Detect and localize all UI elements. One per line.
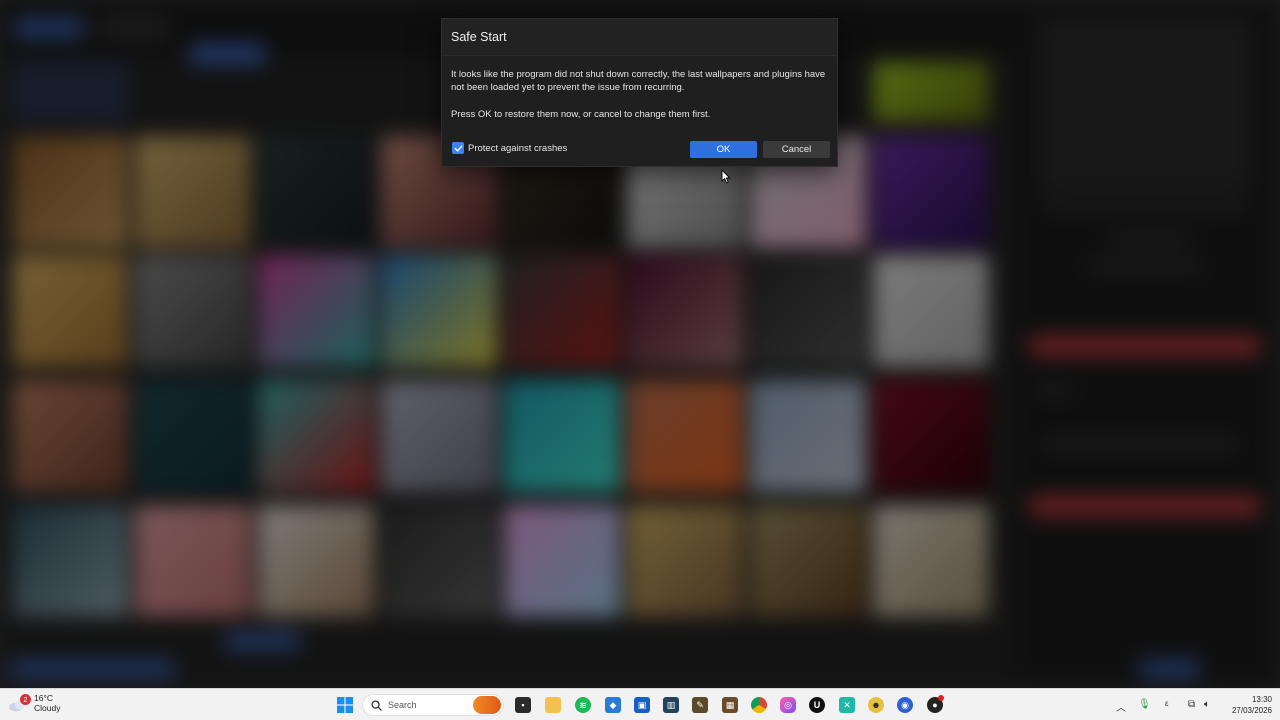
clock[interactable]: 13:30 27/03/2026 [1226,694,1272,716]
windows-logo-icon [337,697,353,713]
dialog-titlebar: Safe Start [442,19,837,56]
paint-app-icon[interactable]: ◎ [780,697,796,713]
dialog-body: It looks like the program did not shut d… [451,68,829,121]
protect-against-crashes-label: Protect against crashes [468,142,568,154]
store-icon[interactable]: ▣ [634,697,650,713]
search-placeholder: Search [388,700,417,710]
weather-temperature: 16°C [34,693,53,703]
unreal-engine-icon[interactable]: U [809,697,825,713]
wallpaper-engine-icon[interactable]: ◉ [897,697,913,713]
cloud-icon: 2 [8,694,31,712]
stack-app-icon[interactable]: ◆ [605,697,621,713]
checkmark-icon [454,144,462,152]
dialog-title: Safe Start [451,30,507,44]
cancel-button[interactable]: Cancel [763,141,830,158]
protect-against-crashes-option[interactable]: Protect against crashes [452,142,567,154]
microphone-icon[interactable]: 🎙 [1138,699,1151,710]
clock-time: 13:30 [1251,695,1272,704]
notification-badge: 2 [20,694,31,705]
folder-icon[interactable] [545,697,561,713]
file-explorer-icon[interactable]: ▪ [515,697,531,713]
weather-condition: Cloudy [34,703,61,713]
dialog-message-instruction: Press OK to restore them now, or cancel … [451,109,711,120]
obs-recording-dot-icon [938,695,944,701]
chevron-up-icon[interactable]: ︿ [1116,699,1126,714]
minecraft-icon[interactable]: ▦ [722,697,738,713]
search-highlight-icon [473,696,501,714]
ok-button[interactable]: OK [690,141,757,158]
mouse-cursor-icon [721,169,731,184]
spotify-icon[interactable]: ≋ [575,697,591,713]
editor-icon[interactable]: ✎ [692,697,708,713]
dev-tool-icon[interactable]: ▥ [663,697,679,713]
safe-start-dialog: Safe Start It looks like the program did… [441,18,838,167]
network-icon[interactable]: ⧉ [1188,699,1195,710]
weather-widget[interactable]: 2 16°C Cloudy [8,693,60,713]
start-button[interactable] [337,697,353,713]
language-icon[interactable]: ε [1165,699,1169,708]
volume-icon[interactable]: 🔈︎ [1204,699,1210,710]
spreadsheet-icon[interactable]: ✕ [839,697,855,713]
screen: Safe Start It looks like the program did… [0,0,1280,720]
clock-date: 27/03/2026 [1231,706,1272,715]
avatar-app-icon[interactable]: ☻ [868,697,884,713]
search-icon [371,699,382,711]
chrome-icon[interactable] [751,697,767,713]
protect-against-crashes-checkbox[interactable] [452,142,464,154]
weather-text: 16°C Cloudy [34,693,60,713]
taskbar: 2 16°C Cloudy Search ▪ ≋ ◆ ▣ ▥ ✎ ▦ ◎ U ✕… [0,688,1280,720]
taskbar-search-box[interactable]: Search [362,694,504,716]
dialog-message-crash-notice: It looks like the program did not shut d… [451,69,826,93]
